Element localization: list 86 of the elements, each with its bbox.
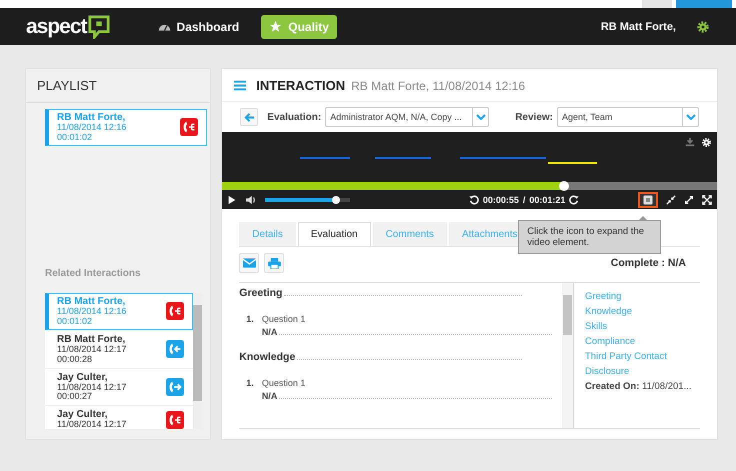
progress-track[interactable] [222, 182, 717, 190]
created-label: Created On: [585, 381, 640, 392]
field-label: Evaluation: [267, 112, 322, 122]
download-icon[interactable] [685, 137, 695, 147]
question-number: 1. [246, 378, 254, 390]
printer-icon [268, 258, 281, 268]
question-number: 1. [246, 314, 254, 326]
phone-transfer-icon [180, 118, 198, 136]
call-duration: 00:01:02 [57, 316, 94, 327]
fullscreen-icon[interactable] [702, 194, 712, 204]
user-name: RB Matt Forte, [600, 20, 676, 32]
evaluation-dropdown[interactable]: Administrator AQM, N/A, Copy ... [325, 107, 490, 127]
email-button[interactable] [239, 253, 260, 273]
interaction-title: INTERACTION [256, 78, 346, 93]
volume-handle[interactable] [332, 196, 340, 204]
chevron-down-icon [686, 114, 696, 120]
field-label: Review: [515, 112, 553, 122]
interaction-item[interactable]: Jay Culter, 11/08/2014 12:17 [45, 406, 194, 429]
rewind-icon[interactable] [468, 194, 479, 204]
call-date: 11/08/2014 12:17 [57, 382, 126, 392]
section-link[interactable]: Knowledge [585, 306, 700, 317]
section-heading: Related Interactions [44, 268, 142, 281]
forward-icon[interactable] [569, 194, 580, 204]
section-link[interactable]: Compliance [585, 336, 700, 347]
tab[interactable]: Evaluation [298, 222, 371, 246]
menu-icon[interactable] [234, 80, 246, 91]
section-link[interactable]: Greeting [585, 291, 700, 302]
call-duration: 00:00:27 [57, 392, 94, 402]
phone-transfer-icon [166, 302, 184, 320]
tab[interactable]: Comments [372, 222, 447, 246]
shrink-icon[interactable] [666, 194, 676, 204]
call-date: 11/08/2014 12:16 [57, 307, 126, 317]
answer-value: N/A [262, 327, 278, 337]
print-button[interactable] [264, 253, 284, 273]
panel-title: PLAYLIST [26, 69, 210, 103]
expand-icon[interactable] [684, 194, 694, 204]
section-link[interactable]: Skills [585, 321, 700, 332]
answer-value: N/A [262, 391, 278, 401]
current-time: 00:00:55 [482, 194, 519, 204]
time-separator: / [522, 194, 526, 204]
phone-outgoing-icon [166, 378, 184, 396]
logo-text: aspect [26, 14, 87, 38]
caller-name: RB Matt Forte, [57, 334, 126, 345]
arrow-left-icon [244, 112, 255, 122]
call-duration: 00:00:28 [57, 354, 94, 365]
phone-incoming-icon [166, 340, 184, 358]
call-date: 11/08/2014 12:16 [57, 123, 126, 133]
play-icon[interactable] [227, 194, 238, 204]
envelope-icon [242, 258, 256, 268]
call-duration: 00:01:02 [57, 132, 94, 143]
question-text: Question 1 [262, 314, 306, 324]
settings-icon[interactable] [696, 20, 710, 34]
section-link[interactable]: Third Party Contact [585, 351, 700, 362]
call-date: 11/08/2014 12:17 [57, 420, 126, 429]
scrollbar[interactable] [562, 283, 573, 428]
caller-name: Jay Culter, [57, 409, 109, 420]
volume-track[interactable] [265, 198, 350, 202]
tab[interactable]: Details [239, 222, 296, 246]
caller-name: Jay Culter, [57, 372, 109, 383]
nav-tab[interactable]: Dashboard [150, 14, 248, 38]
interaction-item[interactable]: RB Matt Forte, 11/08/2014 12:16 00:01:02 [45, 293, 194, 330]
interaction-item[interactable]: RB Matt Forte, 11/08/2014 12:17 00:00:28 [45, 330, 194, 368]
review-dropdown[interactable]: Agent, Team [557, 107, 699, 127]
created-date: 11/08/201... [642, 381, 692, 392]
nav-tab[interactable]: Quality [261, 14, 337, 38]
chevron-down-icon [476, 114, 486, 120]
back-button[interactable] [240, 108, 258, 126]
call-date: 11/08/2014 12:17 [57, 344, 126, 355]
interaction-item[interactable]: RB Matt Forte, 11/08/2014 12:16 00:01:02 [45, 109, 208, 146]
caller-name: RB Matt Forte, [57, 296, 126, 307]
speaker-icon[interactable] [245, 194, 258, 204]
phone-transfer-icon [166, 410, 184, 429]
completion-status: Complete : N/A [610, 257, 686, 269]
expand-video-button[interactable] [638, 192, 658, 208]
section-title: Greeting [239, 287, 282, 299]
interaction-item[interactable]: Jay Culter, 11/08/2014 12:17 00:00:27 [45, 368, 194, 406]
section-link[interactable]: Disclosure [585, 366, 700, 377]
caller-name: RB Matt Forte, [57, 112, 126, 123]
star-icon [269, 20, 282, 33]
interaction-subtitle: RB Matt Forte, 11/08/2014 12:16 [351, 79, 526, 93]
progress-handle[interactable] [558, 181, 569, 191]
speech-bubble-logo-icon [88, 14, 110, 38]
section-title: Knowledge [239, 351, 296, 363]
square-icon [643, 194, 653, 204]
total-time: 00:01:21 [529, 194, 566, 204]
question-text: Question 1 [262, 378, 306, 388]
